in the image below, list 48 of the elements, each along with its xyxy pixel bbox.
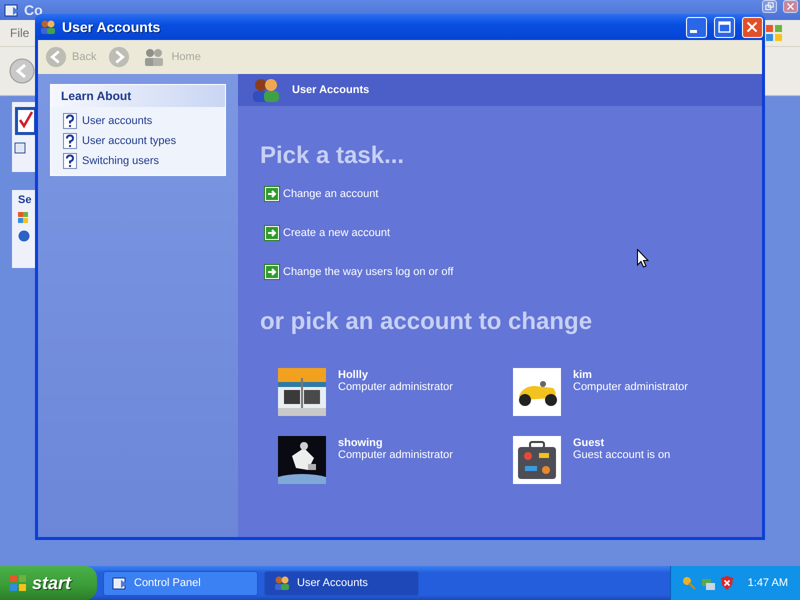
task-link[interactable]: Create a new account — [283, 227, 390, 239]
panel-title: Se — [18, 194, 32, 206]
task-link[interactable]: Change the way users log on or off — [283, 266, 454, 278]
close-icon — [785, 1, 796, 12]
help-link[interactable]: Switching users — [82, 155, 160, 167]
account-name[interactable]: showing — [338, 437, 453, 449]
windows-logo-icon — [18, 212, 28, 224]
maximize-button[interactable] — [714, 16, 735, 38]
help-link[interactable]: User accounts — [82, 115, 152, 127]
cursor-icon — [637, 249, 649, 268]
restore-button[interactable] — [762, 0, 777, 13]
close-button[interactable] — [783, 0, 798, 13]
account-type: Guest account is on — [573, 449, 670, 461]
start-button[interactable]: start — [0, 566, 97, 600]
minimize-button[interactable] — [686, 16, 707, 38]
arrow-icon — [264, 186, 280, 202]
users-icon — [39, 19, 57, 35]
checklist-icon — [14, 106, 38, 136]
account-type: Computer administrator — [338, 449, 453, 461]
clock: 1:47 AM — [748, 577, 788, 589]
computer-icon — [14, 142, 26, 156]
section-heading: Pick a task... — [260, 142, 406, 170]
minimize-icon — [690, 30, 697, 32]
window-title: User Accounts — [62, 19, 160, 35]
account-name[interactable]: Guest — [573, 437, 670, 449]
shield-icon[interactable] — [718, 575, 735, 591]
panel-title: Learn About — [51, 85, 225, 107]
users-icon — [250, 77, 282, 103]
taskbar-button[interactable]: Control Panel — [103, 570, 258, 596]
windows-logo-icon — [764, 23, 784, 43]
menu-item[interactable]: File — [10, 26, 30, 40]
account-type: Computer administrator — [338, 381, 453, 393]
restore-icon — [764, 1, 775, 12]
task-link[interactable]: Change an account — [283, 188, 378, 200]
section-heading: or pick an account to change — [260, 308, 594, 336]
account-name[interactable]: Hollly — [338, 369, 453, 381]
windows-logo-icon — [8, 573, 28, 593]
header-title: User Accounts — [292, 84, 370, 96]
folder-icon — [4, 2, 20, 18]
arrow-icon — [264, 225, 280, 241]
account-type: Computer administrator — [573, 381, 688, 393]
account-name[interactable]: kim — [573, 369, 688, 381]
window-title: Co — [24, 2, 43, 18]
help-link[interactable]: User account types — [82, 135, 176, 147]
arrow-icon — [264, 264, 280, 280]
folder-icon — [112, 575, 128, 591]
users-icon — [273, 575, 291, 591]
taskbar-button[interactable]: User Accounts — [264, 570, 419, 596]
